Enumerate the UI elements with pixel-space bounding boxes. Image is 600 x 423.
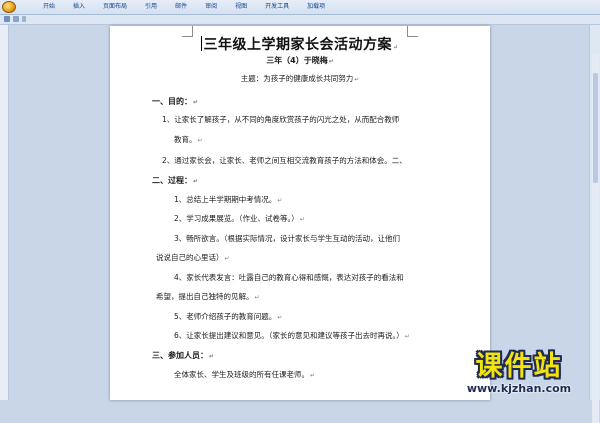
list-item-continuation: 教育。↵ — [174, 135, 203, 144]
section-heading-participants: 三、参加人员：↵ — [152, 351, 215, 360]
theme-line: 主题：为孩子的健康成长共同努力↵ — [240, 74, 360, 83]
list-item-continuation: 说说自己的心里话）↵ — [156, 253, 230, 262]
office-button-icon[interactable] — [2, 1, 16, 13]
section-heading-purpose: 一、目的：↵ — [152, 97, 199, 106]
tab-review[interactable]: 审阅 — [196, 2, 226, 12]
tab-developer[interactable]: 开发工具 — [256, 2, 298, 12]
vertical-ruler — [0, 25, 9, 400]
document-page[interactable]: 三年级上学期家长会活动方案↵ 三年（4）于晓梅↵ 主题：为孩子的健康成长共同努力… — [110, 26, 490, 400]
list-item: 4、家长代表发言：吐露自己的教育心得和感慨，表达对孩子的看法和 — [174, 273, 404, 282]
watermark-name: 课件站 — [475, 351, 563, 382]
tab-insert[interactable]: 插入 — [64, 2, 94, 12]
author-line: 三年（4）于晓梅↵ — [266, 56, 334, 65]
list-item: 6、让家长提出建议和意见。（家长的意见和建议等孩子出去时再说。）↵ — [174, 331, 410, 340]
scrollbar-thumb[interactable] — [593, 73, 598, 183]
save-icon[interactable] — [4, 16, 10, 22]
ribbon-tab-bar: 开始 插入 页面布局 引用 邮件 审阅 视图 开发工具 加载项 — [0, 0, 600, 15]
tab-add-ins[interactable]: 加载项 — [298, 2, 334, 12]
list-item: 1、让家长了解孩子，从不同的角度欣赏孩子的闪光之处，从而配合教师 — [162, 115, 400, 124]
list-item: 5、老师介绍孩子的教育问题。↵ — [174, 312, 283, 321]
tab-page-layout[interactable]: 页面布局 — [94, 2, 136, 12]
site-watermark-logo: 课件站 www.kjzhan.com — [444, 351, 594, 396]
list-item: 2、通过家长会，让家长、老师之间互相交流教育孩子的方法和体会。二、 — [162, 156, 407, 165]
section-heading-process: 二、过程：↵ — [152, 176, 199, 185]
tab-view[interactable]: 视图 — [226, 2, 256, 12]
tab-references[interactable]: 引用 — [136, 2, 166, 12]
customize-toolbar-chevron-icon[interactable] — [22, 16, 26, 22]
list-item-continuation: 希望，提出自己独特的见解。↵ — [156, 292, 260, 301]
list-item: 2、学习成果展览。（作业、试卷等。）↵ — [174, 214, 305, 223]
right-panel — [589, 25, 600, 423]
watermark-url: www.kjzhan.com — [466, 382, 572, 395]
tab-mailings[interactable]: 邮件 — [166, 2, 196, 12]
document-title: 三年级上学期家长会活动方案↵ — [201, 36, 399, 53]
undo-icon[interactable] — [13, 16, 19, 22]
quick-access-toolbar — [0, 15, 600, 25]
list-item: 全体家长、学生及班级的所有任课老师。↵ — [174, 370, 316, 379]
tab-home[interactable]: 开始 — [34, 2, 64, 12]
ribbon-tabs: 开始 插入 页面布局 引用 邮件 审阅 视图 开发工具 加载项 — [34, 2, 334, 12]
list-item: 3、畅所欲言。（根据实际情况，设计家长与学生互动的活动，让他们 — [174, 234, 401, 243]
list-item: 1、总结上半学期期中考情况。↵ — [174, 195, 283, 204]
